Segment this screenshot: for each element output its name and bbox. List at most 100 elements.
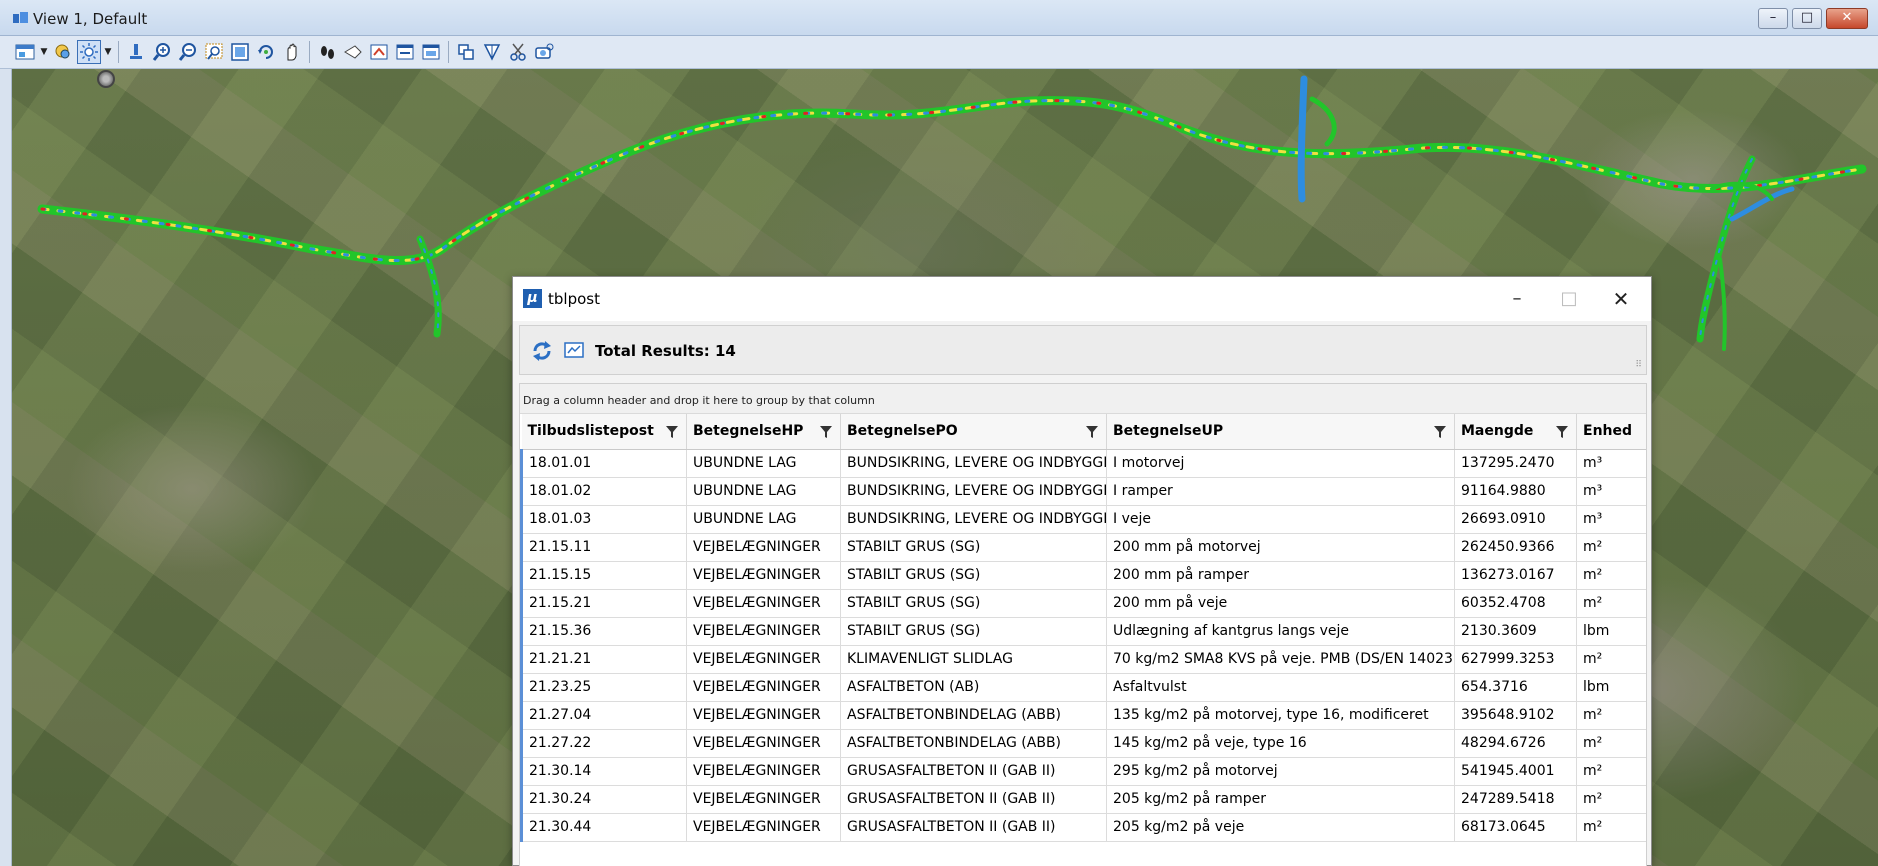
view-window-icon <box>13 12 28 23</box>
table-cell: 541945.4001 <box>1454 757 1577 786</box>
table-row[interactable]: 21.30.44 VEJBELÆGNINGER GRUSASFALTBETON II… <box>520 813 1646 842</box>
column-header-maengde[interactable]: Maengde <box>1454 414 1577 450</box>
fit-view-icon[interactable] <box>228 40 252 64</box>
table-cell: ASFALTBETONBINDELAG (ABB) <box>840 729 1107 758</box>
table-row[interactable]: 21.30.14 VEJBELÆGNINGER GRUSASFALTBETON II… <box>520 757 1646 786</box>
dialog-minimize-button[interactable]: – <box>1495 285 1539 313</box>
results-table: Tilbudslistepost BetegnelseHP BetegnelsePO… <box>520 414 1646 842</box>
filter-icon[interactable] <box>1434 426 1446 438</box>
table-cell: 21.30.24 <box>520 785 687 814</box>
filter-icon[interactable] <box>1086 426 1098 438</box>
dialog-close-button[interactable]: ✕ <box>1599 285 1643 313</box>
clip-mask-icon[interactable] <box>480 40 504 64</box>
filter-icon[interactable] <box>1556 426 1568 438</box>
column-header-betegnelsehp[interactable]: BetegnelseHP <box>686 414 841 450</box>
minimize-button[interactable]: – <box>1758 8 1788 29</box>
filter-icon[interactable] <box>820 426 832 438</box>
table-body: 18.01.01 UBUNDNE LAG BUNDSIKRING, LEVERE O… <box>520 449 1646 842</box>
chevron-down-icon[interactable]: ▼ <box>103 47 113 57</box>
table-row[interactable]: 21.15.11 VEJBELÆGNINGER STABILT GRUS (SG) 2… <box>520 533 1646 562</box>
previous-view-icon[interactable] <box>341 40 365 64</box>
table-row[interactable]: 21.23.25 VEJBELÆGNINGER ASFALTBETON (AB) As… <box>520 673 1646 702</box>
toolbar-separator <box>118 41 119 63</box>
table-cell: GRUSASFALTBETON II (GAB II) <box>840 785 1107 814</box>
view-toggle-icon[interactable] <box>419 40 443 64</box>
table-row[interactable]: 21.15.21 VEJBELÆGNINGER STABILT GRUS (SG) 2… <box>520 589 1646 618</box>
table-row[interactable]: 21.27.22 VEJBELÆGNINGER ASFALTBETONBINDELA… <box>520 729 1646 758</box>
column-header-enhed[interactable]: Enhed <box>1576 414 1646 450</box>
table-cell: m² <box>1576 533 1646 562</box>
copy-view-icon[interactable] <box>393 40 417 64</box>
total-results-label: Total Results: 14 <box>595 342 736 360</box>
column-header-betegnelsepo[interactable]: BetegnelsePO <box>840 414 1107 450</box>
results-grid[interactable]: Drag a column header and drop it here to… <box>519 383 1647 866</box>
close-button[interactable]: ✕ <box>1826 8 1868 29</box>
table-cell: 2130.3609 <box>1454 617 1577 646</box>
table-cell: GRUSASFALTBETON II (GAB II) <box>840 813 1107 842</box>
table-cell: 395648.9102 <box>1454 701 1577 730</box>
table-row[interactable]: 18.01.01 UBUNDNE LAG BUNDSIKRING, LEVERE O… <box>520 449 1646 478</box>
table-cell: 21.15.21 <box>520 589 687 618</box>
table-cell: 21.15.11 <box>520 533 687 562</box>
table-cell: VEJBELÆGNINGER <box>686 561 841 590</box>
table-cell: 21.23.25 <box>520 673 687 702</box>
table-cell: 21.15.36 <box>520 617 687 646</box>
table-cell: 26693.0910 <box>1454 505 1577 534</box>
table-cell: VEJBELÆGNINGER <box>686 757 841 786</box>
table-cell: m² <box>1576 645 1646 674</box>
table-cell: 21.30.14 <box>520 757 687 786</box>
table-row[interactable]: 18.01.03 UBUNDNE LAG BUNDSIKRING, LEVERE O… <box>520 505 1646 534</box>
column-header-betegnelseup[interactable]: BetegnelseUP <box>1106 414 1455 450</box>
export-chart-icon[interactable] <box>564 340 584 360</box>
window-area-icon[interactable] <box>202 40 226 64</box>
column-header-label: BetegnelseUP <box>1113 423 1224 440</box>
table-row[interactable]: 18.01.02 UBUNDNE LAG BUNDSIKRING, LEVERE O… <box>520 477 1646 506</box>
camera-icon[interactable] <box>532 40 556 64</box>
column-header-label: Enhed <box>1583 423 1633 440</box>
dialog-titlebar[interactable]: μ tblpost – □ ✕ <box>513 277 1651 321</box>
scissors-icon[interactable] <box>506 40 530 64</box>
maximize-button[interactable]: □ <box>1792 8 1822 29</box>
table-cell: ASFALTBETONBINDELAG (ABB) <box>840 701 1107 730</box>
pencil-icon[interactable] <box>124 40 148 64</box>
table-cell: 21.27.04 <box>520 701 687 730</box>
table-row[interactable]: 21.21.21 VEJBELÆGNINGER KLIMAVENLIGT SLIDL… <box>520 645 1646 674</box>
table-cell: BUNDSIKRING, LEVERE OG INDBYGGE <box>840 505 1107 534</box>
group-by-panel[interactable]: Drag a column header and drop it here to… <box>520 384 1646 414</box>
table-cell: m² <box>1576 785 1646 814</box>
zoom-out-icon[interactable] <box>176 40 200 64</box>
pan-icon[interactable] <box>280 40 304 64</box>
column-header-tilbudslistepost[interactable]: Tilbudslistepost <box>521 414 687 450</box>
table-cell: VEJBELÆGNINGER <box>686 701 841 730</box>
table-row[interactable]: 21.15.36 VEJBELÆGNINGER STABILT GRUS (SG) U… <box>520 617 1646 646</box>
dialog-maximize-button[interactable]: □ <box>1547 285 1591 313</box>
walk-icon[interactable] <box>315 40 339 64</box>
next-view-icon[interactable] <box>367 40 391 64</box>
tblpost-dialog[interactable]: μ tblpost – □ ✕ Total Results: 14 ⠿ Drag… <box>512 276 1652 866</box>
table-cell: m² <box>1576 813 1646 842</box>
table-cell: lbm <box>1576 673 1646 702</box>
clip-volume-icon[interactable] <box>454 40 478 64</box>
view-toolbar: ▼ ▼ <box>0 36 1878 69</box>
table-cell: m³ <box>1576 477 1646 506</box>
table-row[interactable]: 21.27.04 VEJBELÆGNINGER ASFALTBETONBINDELA… <box>520 701 1646 730</box>
table-cell: STABILT GRUS (SG) <box>840 617 1107 646</box>
filter-icon[interactable] <box>666 426 678 438</box>
view-attributes-icon[interactable] <box>13 40 37 64</box>
table-cell: 70 kg/m2 SMA8 KVS på veje. PMB (DS/EN 14… <box>1106 645 1455 674</box>
table-cell: 200 mm på veje <box>1106 589 1455 618</box>
table-row[interactable]: 21.15.15 VEJBELÆGNINGER STABILT GRUS (SG) 2… <box>520 561 1646 590</box>
table-cell: STABILT GRUS (SG) <box>840 589 1107 618</box>
table-cell: 627999.3253 <box>1454 645 1577 674</box>
table-cell: GRUSASFALTBETON II (GAB II) <box>840 757 1107 786</box>
display-style-icon[interactable] <box>51 40 75 64</box>
rotate-view-icon[interactable] <box>254 40 278 64</box>
zoom-in-icon[interactable] <box>150 40 174 64</box>
table-cell: 21.30.44 <box>520 813 687 842</box>
table-row[interactable]: 21.30.24 VEJBELÆGNINGER GRUSASFALTBETON II… <box>520 785 1646 814</box>
table-cell: m² <box>1576 757 1646 786</box>
chevron-down-icon[interactable]: ▼ <box>39 47 49 57</box>
refresh-icon[interactable] <box>530 339 554 363</box>
table-cell: VEJBELÆGNINGER <box>686 785 841 814</box>
brightness-icon[interactable] <box>77 40 101 64</box>
